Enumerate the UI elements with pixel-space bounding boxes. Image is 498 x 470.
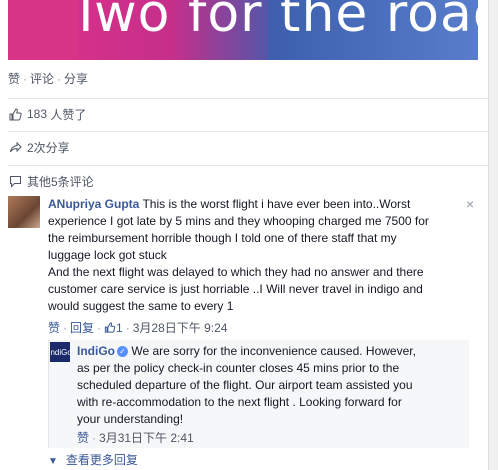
view-more-replies-link[interactable]: 查看更多回复 bbox=[66, 453, 138, 467]
comment-line: experience I got late by 5 mins and they… bbox=[48, 214, 429, 228]
reply-line: your understanding! bbox=[77, 412, 184, 426]
reply-line: as per the policy check-in counter close… bbox=[77, 361, 400, 375]
comment-line: the reimbursement horrible though I told… bbox=[48, 231, 397, 245]
comment-line: customer care service is just horriable … bbox=[48, 282, 423, 296]
comment-text: ANupriya Gupta This is the worst flight … bbox=[48, 196, 470, 315]
photo-pink-area bbox=[8, 0, 78, 60]
comment-timestamp[interactable]: 3月28日下午 9:24 bbox=[133, 321, 228, 335]
separator: · bbox=[57, 72, 62, 86]
shares-text[interactable]: 2次分享 bbox=[27, 139, 70, 156]
like-link[interactable]: 赞 bbox=[8, 72, 20, 86]
share-link[interactable]: 分享 bbox=[64, 72, 88, 86]
view-more-replies[interactable]: ▼ 查看更多回复 bbox=[48, 451, 138, 468]
more-comments-link[interactable]: 其他5条评论 bbox=[27, 173, 94, 190]
comment-like-link[interactable]: 赞 bbox=[48, 321, 60, 335]
comment-bubble-icon bbox=[8, 174, 22, 188]
reply-line: We are sorry for the inconvenience cause… bbox=[131, 344, 416, 358]
verified-badge-icon: ✓ bbox=[117, 346, 128, 358]
comment-line: would suggest the same to every 1 bbox=[48, 299, 234, 313]
likes-summary-row[interactable]: 183 人赞了 bbox=[8, 98, 490, 129]
separator: · bbox=[23, 72, 28, 86]
likes-count: 183 bbox=[27, 107, 48, 121]
avatar[interactable] bbox=[8, 196, 40, 228]
comment-reply-link[interactable]: 回复 bbox=[70, 321, 94, 335]
reply-like-link[interactable]: 赞 bbox=[77, 431, 89, 445]
post-photo[interactable]: Two for the road bbox=[8, 0, 478, 60]
comment-like-count[interactable]: 1 bbox=[104, 321, 123, 335]
reply-line: with re-accommodation to the next flight… bbox=[77, 395, 402, 409]
share-arrow-icon bbox=[8, 140, 22, 154]
more-comments-row[interactable]: 其他5条评论 bbox=[8, 165, 490, 196]
likes-text[interactable]: 人赞了 bbox=[50, 106, 86, 123]
reply-meta: 赞 · 3月31日下午 2:41 bbox=[77, 431, 194, 445]
thumbs-up-icon bbox=[104, 322, 116, 333]
close-icon[interactable]: × bbox=[466, 196, 474, 212]
chevron-down-icon: ▼ bbox=[48, 456, 58, 467]
comment-line: And the next flight was delayed to which… bbox=[48, 265, 424, 279]
thumbs-up-icon bbox=[8, 107, 22, 121]
comment-line: This is the worst flight i have ever bee… bbox=[142, 197, 411, 211]
photo-caption: Two for the road bbox=[70, 0, 478, 44]
shares-summary-row[interactable]: 2次分享 bbox=[8, 131, 490, 162]
reply-line: scheduled departure of the flight. Our a… bbox=[77, 378, 413, 392]
avatar[interactable]: IndiGo bbox=[48, 342, 72, 362]
reply-timestamp[interactable]: 3月31日下午 2:41 bbox=[99, 431, 194, 445]
comment-line: luggage lock got stuck bbox=[48, 248, 167, 262]
comment-link[interactable]: 评论 bbox=[30, 72, 54, 86]
comment-meta: 赞 · 回复 · 1 · 3月28日下午 9:24 bbox=[48, 321, 228, 335]
post-action-row: 赞 · 评论 · 分享 bbox=[8, 70, 88, 87]
reply: IndiGo IndiGo ✓ We are sorry for the inco… bbox=[48, 340, 469, 448]
reply-text: IndiGo ✓ We are sorry for the inconvenien… bbox=[77, 343, 469, 428]
comment-author[interactable]: ANupriya Gupta bbox=[48, 197, 139, 211]
reply-author[interactable]: IndiGo bbox=[77, 344, 115, 358]
scrollbar[interactable] bbox=[488, 0, 498, 470]
